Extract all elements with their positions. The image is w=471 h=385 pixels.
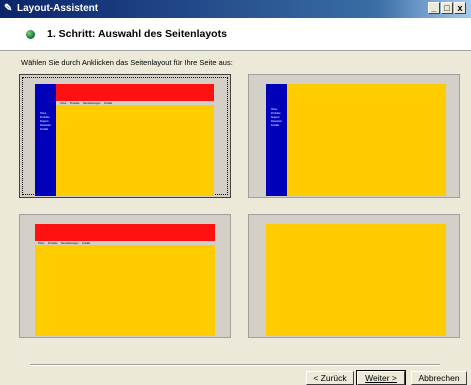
wizard-wand-icon: ✎ xyxy=(4,3,13,14)
title-bar: ✎ Layout-Assistent _ □ x xyxy=(0,0,471,18)
preview-nav-item: Home xyxy=(271,108,278,111)
preview-nav-item: Support xyxy=(40,120,49,123)
minimize-button[interactable]: _ xyxy=(428,2,440,14)
back-button-label: < Zurück xyxy=(313,373,347,383)
preview-nav-item: Produkte xyxy=(271,112,281,115)
step-title: 1. Schritt: Auswahl des Seitenlayots xyxy=(47,28,227,40)
cancel-button[interactable]: Abbrechen xyxy=(411,371,467,385)
layout-option-topbar-only[interactable]: Home Produkte Dienstleistungen Kontakt xyxy=(19,214,231,338)
close-button[interactable]: x xyxy=(454,2,466,14)
window-title: Layout-Assistent xyxy=(17,3,99,14)
layout-option-content-only[interactable] xyxy=(248,214,460,338)
preview-nav-item: Produkte xyxy=(40,116,50,119)
layout-option-sidebar-only[interactable]: Home Produkte Support Download Kontakt xyxy=(248,74,460,198)
preview-topbar xyxy=(56,84,214,101)
preview-nav-item: Kontakt xyxy=(271,124,280,127)
preview-sidebar: Home Produkte Support Download Kontakt xyxy=(266,84,287,196)
preview-nav-item: Support xyxy=(271,116,280,119)
preview-content xyxy=(266,224,446,336)
preview-content xyxy=(287,84,446,196)
preview-nav-item: Download xyxy=(271,120,282,123)
preview-nav-item: Home xyxy=(40,112,47,115)
maximize-button[interactable]: □ xyxy=(441,2,453,14)
wizard-header: 1. Schritt: Auswahl des Seitenlayots xyxy=(0,18,471,51)
layout-option-sidebar-and-topbar[interactable]: Home Produkte Support Download Kontakt H… xyxy=(19,74,231,198)
preview-nav-item: Download xyxy=(40,124,51,127)
instruction-text: Wählen Sie durch Anklicken das Seitenlay… xyxy=(21,58,233,67)
globe-icon xyxy=(26,30,35,39)
preview-topbar xyxy=(35,224,215,241)
cancel-button-label: Abbrechen xyxy=(418,373,460,383)
preview-content xyxy=(56,105,214,196)
layout-wizard-window: ✎ Layout-Assistent _ □ x 1. Schritt: Aus… xyxy=(0,0,471,385)
preview-content xyxy=(35,245,215,336)
next-button-label: Weiter > xyxy=(365,373,397,383)
back-button[interactable]: < Zurück xyxy=(306,371,354,385)
footer-divider xyxy=(30,364,440,366)
preview-sidebar: Home Produkte Support Download Kontakt xyxy=(35,84,56,196)
preview-nav-item: Kontakt xyxy=(40,128,49,131)
next-button[interactable]: Weiter > xyxy=(356,370,406,385)
